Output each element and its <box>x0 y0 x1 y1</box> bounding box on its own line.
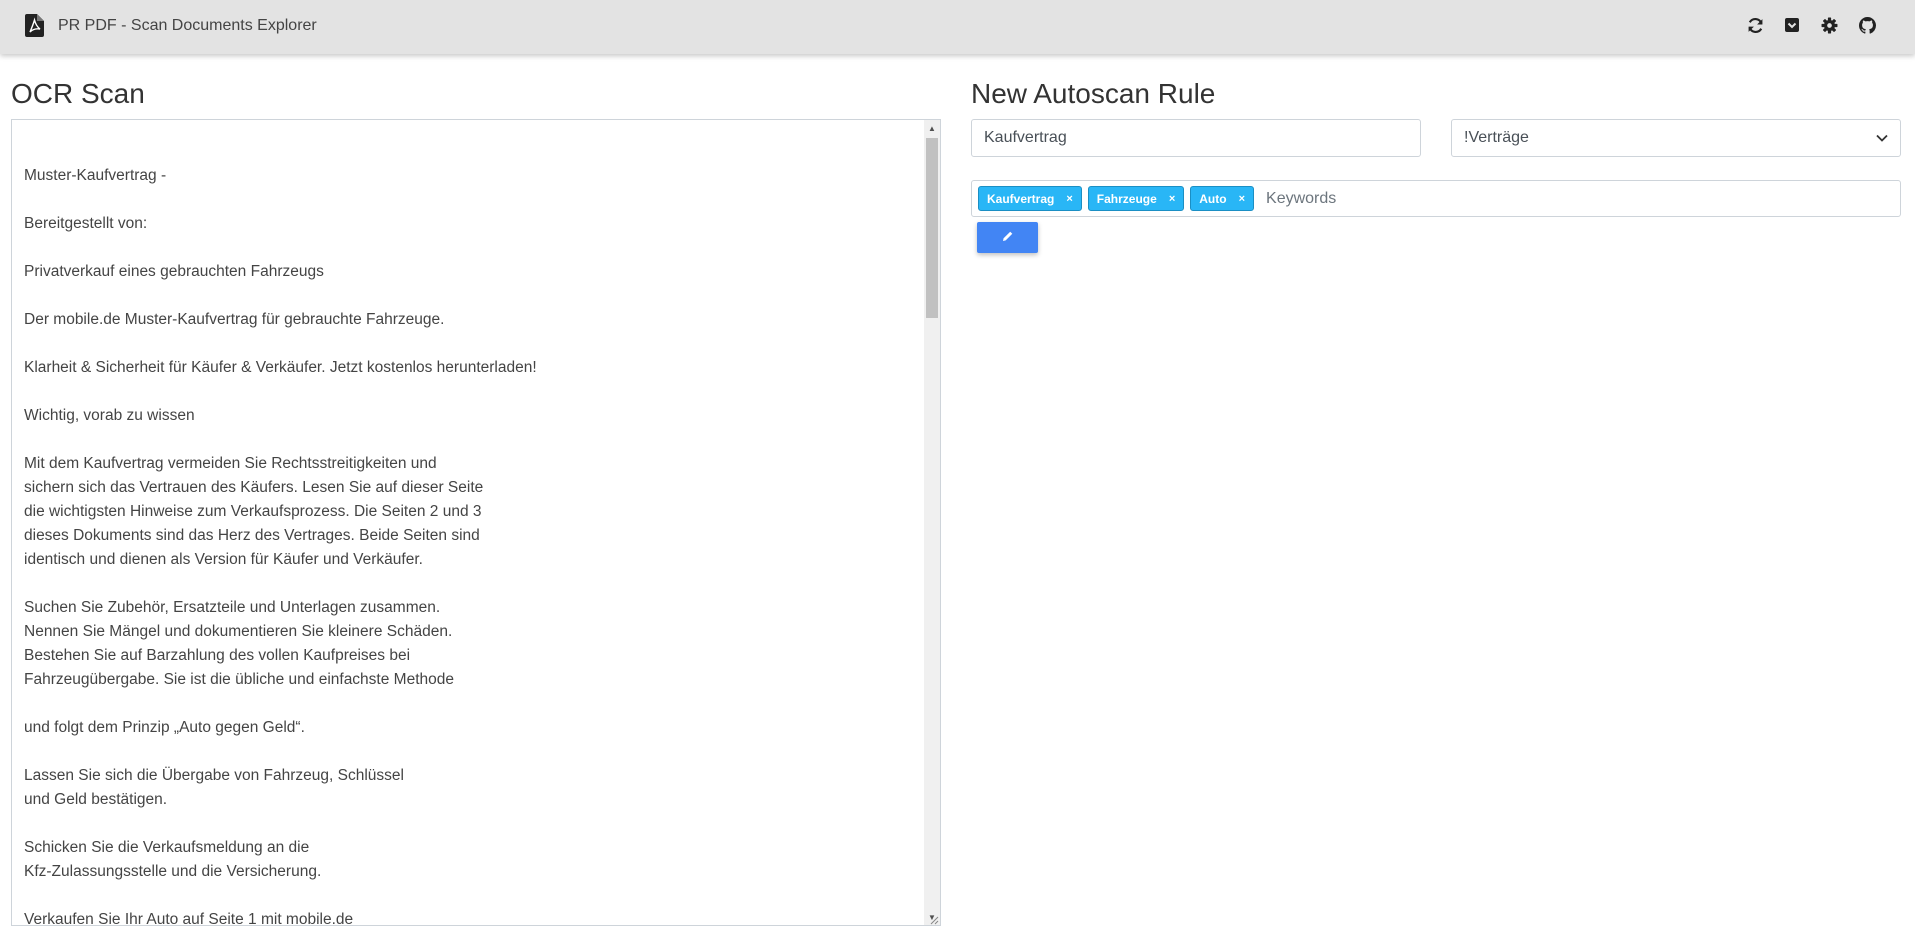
keyword-tag: Auto × <box>1190 186 1255 211</box>
scroll-thumb[interactable] <box>926 138 938 318</box>
keyword-tag-label: Fahrzeuge <box>1096 191 1157 206</box>
edit-rule-button[interactable] <box>977 222 1038 253</box>
pencil-icon <box>1002 229 1014 247</box>
keyword-tag: Fahrzeuge × <box>1087 186 1185 211</box>
ocr-textarea[interactable]: Muster-Kaufvertrag - Bereitgestellt von:… <box>11 119 941 926</box>
remove-tag-icon[interactable]: × <box>1066 193 1072 205</box>
keyword-tag-label: Auto <box>1199 191 1227 206</box>
folder-select-value: !Verträge <box>1464 129 1529 146</box>
inbox-icon[interactable] <box>1781 14 1803 36</box>
app-title: PR PDF - Scan Documents Explorer <box>58 17 317 34</box>
keywords-placeholder[interactable]: Keywords <box>1266 190 1336 208</box>
ocr-scrollbar[interactable]: ▲ ▼ <box>924 120 940 925</box>
folder-select[interactable]: !Verträge <box>1451 119 1901 157</box>
ocr-text[interactable]: Muster-Kaufvertrag - Bereitgestellt von:… <box>24 140 924 925</box>
ocr-heading: OCR Scan <box>11 78 145 109</box>
pdf-file-icon <box>25 14 44 37</box>
keyword-tag-label: Kaufvertrag <box>987 191 1055 206</box>
remove-tag-icon[interactable]: × <box>1239 193 1245 205</box>
refresh-icon[interactable] <box>1744 14 1766 36</box>
top-navbar: PR PDF - Scan Documents Explorer <box>0 0 1915 54</box>
remove-tag-icon[interactable]: × <box>1169 193 1175 205</box>
settings-gear-icon[interactable] <box>1818 14 1840 36</box>
chevron-down-icon <box>1876 129 1888 147</box>
rule-heading: New Autoscan Rule <box>971 78 1216 109</box>
ocr-panel: OCR Scan <box>11 78 941 110</box>
rule-name-input[interactable] <box>971 119 1421 157</box>
autoscan-rule-panel: New Autoscan Rule <box>971 78 1901 110</box>
scroll-up-arrow-icon[interactable]: ▲ <box>924 120 940 136</box>
github-icon[interactable] <box>1856 14 1878 36</box>
keywords-input[interactable]: Kaufvertrag × Fahrzeuge × Auto × Keyword… <box>971 180 1901 217</box>
keyword-tag: Kaufvertrag × <box>978 186 1082 211</box>
resize-grip-icon[interactable] <box>927 912 939 925</box>
